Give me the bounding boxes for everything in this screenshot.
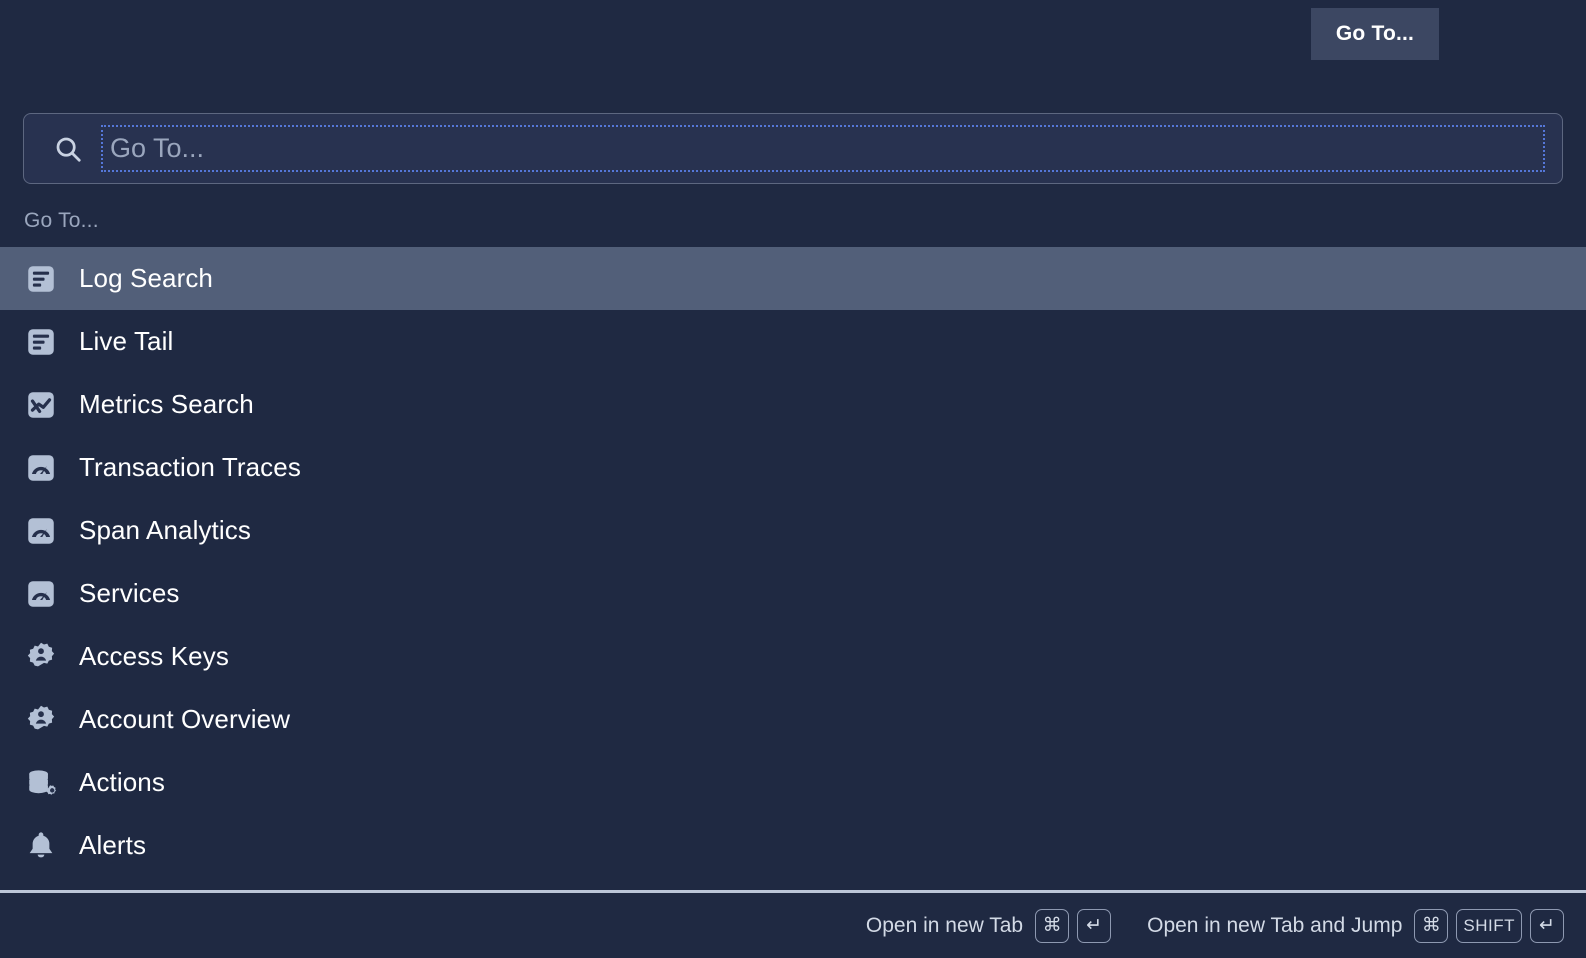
gauge-icon — [24, 514, 58, 548]
result-row-label: Live Tail — [79, 326, 174, 356]
result-row-label: Metrics Search — [79, 389, 254, 419]
results-list: Log Search Live Tail Metrics Search Transac… — [0, 247, 1586, 876]
search-input[interactable] — [101, 125, 1545, 172]
top-bar: Go To... — [0, 0, 1586, 68]
result-row-metrics-search[interactable]: Metrics Search — [0, 373, 1586, 436]
result-row-label: Span Analytics — [79, 515, 251, 545]
search-icon — [50, 131, 86, 167]
result-row-transaction-traces[interactable]: Transaction Traces — [0, 436, 1586, 499]
result-row-services[interactable]: Services — [0, 562, 1586, 625]
shortcut-hint: Open in new Tab and Jump ⌘ SHIFT ↵ — [1147, 908, 1564, 943]
gear-user-icon — [24, 703, 58, 737]
result-row-label: Alerts — [79, 830, 147, 860]
result-row-label: Log Search — [79, 263, 213, 293]
result-row-live-tail[interactable]: Live Tail — [0, 310, 1586, 373]
bell-icon — [24, 829, 58, 863]
shortcut-hint-label: Open in new Tab — [865, 913, 1024, 937]
result-row-label: Access Keys — [79, 641, 229, 671]
keycap: SHIFT — [1456, 908, 1522, 943]
log-document-icon — [24, 325, 58, 359]
result-row-actions[interactable]: Actions — [0, 751, 1586, 814]
database-gear-icon — [24, 766, 58, 800]
result-row-log-search[interactable]: Log Search — [0, 247, 1586, 310]
keycap: ⌘ — [1035, 908, 1070, 943]
goto-button[interactable]: Go To... — [1311, 8, 1439, 60]
result-row-alerts[interactable]: Alerts — [0, 814, 1586, 877]
keycap: ↵ — [1530, 908, 1564, 943]
gauge-icon — [24, 451, 58, 485]
footer-shortcut-bar: Open in new Tab ⌘ ↵ Open in new Tab and Jum… — [0, 893, 1586, 958]
keycap: ↵ — [1077, 908, 1112, 943]
shortcut-hint-label: Open in new Tab and Jump — [1147, 913, 1403, 937]
result-row-access-keys[interactable]: Access Keys — [0, 625, 1586, 688]
keycap: ⌘ — [1414, 908, 1449, 943]
gauge-icon — [24, 577, 58, 611]
metrics-chart-icon — [24, 388, 58, 422]
result-row-label: Services — [79, 578, 180, 608]
section-label: Go To... — [24, 209, 99, 232]
result-row-label: Account Overview — [79, 704, 291, 734]
result-row-account-overview[interactable]: Account Overview — [0, 688, 1586, 751]
result-row-span-analytics[interactable]: Span Analytics — [0, 499, 1586, 562]
result-row-label: Actions — [79, 767, 165, 797]
gear-user-icon — [24, 640, 58, 674]
shortcut-hint: Open in new Tab ⌘ ↵ — [865, 908, 1112, 943]
log-document-icon — [24, 262, 58, 296]
result-row-label: Transaction Traces — [79, 452, 301, 482]
search-bar[interactable] — [23, 113, 1563, 184]
